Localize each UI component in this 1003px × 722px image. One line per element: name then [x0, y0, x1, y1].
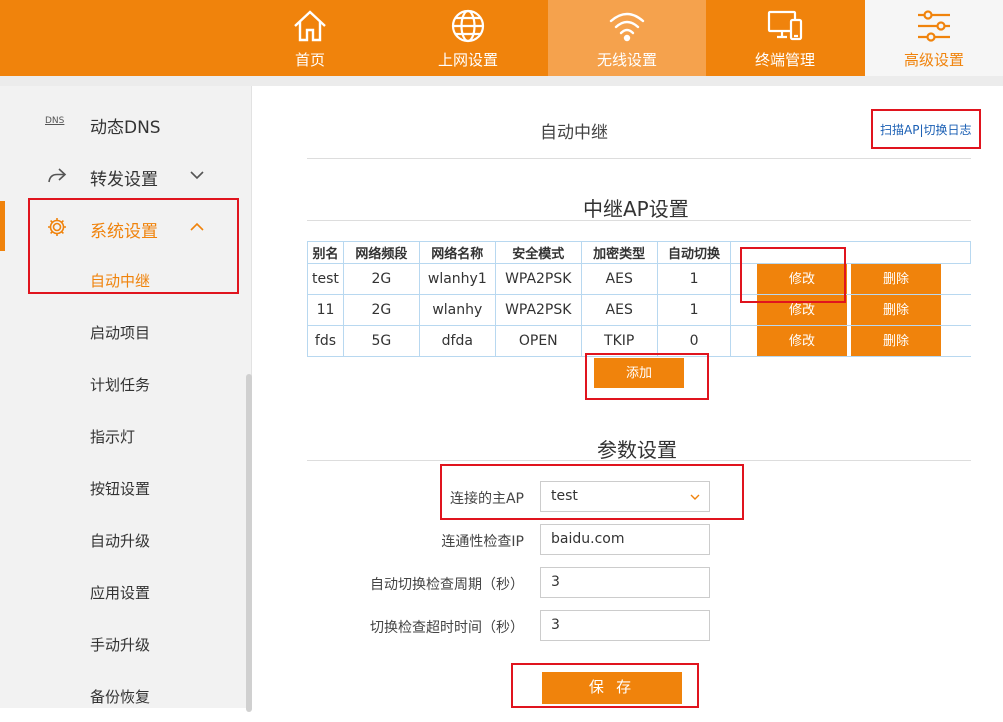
column-header: 安全模式	[494, 241, 582, 264]
cell-auto-switch: 1	[656, 294, 732, 326]
sidebar: DNS 动态DNS 转发设置 系统设置 自动中继 启动项目 计划任务 指示灯 按…	[0, 86, 252, 712]
main-ap-select[interactable]: test	[540, 481, 710, 512]
column-header: 网络名称	[418, 241, 496, 264]
dns-icon: DNS	[45, 116, 65, 126]
home-icon	[294, 10, 326, 42]
sidebar-subitem-indicator-light[interactable]: 指示灯	[0, 410, 250, 462]
delete-button-row-2[interactable]: 删除	[851, 295, 941, 325]
sidebar-subitem-button-settings[interactable]: 按钮设置	[0, 462, 250, 514]
cell-encryption: AES	[580, 294, 658, 326]
nav-wireless-label: 无线设置	[596, 51, 657, 69]
nav-device-label: 终端管理	[754, 51, 815, 69]
nav-advanced-settings[interactable]: 高级设置	[865, 0, 1003, 76]
sidebar-subitem-label: 应用设置	[90, 584, 151, 602]
delete-button-row-1[interactable]: 删除	[851, 264, 941, 294]
cell-auto-switch: 1	[656, 263, 732, 295]
sidebar-subitem-manual-upgrade[interactable]: 手动升级	[0, 618, 250, 670]
column-header-actions	[730, 241, 971, 264]
sidebar-subitem-label: 自动中继	[90, 272, 151, 290]
cell-band: 5G	[342, 325, 420, 357]
sidebar-scrollbar[interactable]	[246, 374, 252, 712]
chevron-down-icon	[690, 494, 700, 500]
nav-internet-label: 上网设置	[437, 51, 498, 69]
main-ap-label: 连接的主AP	[449, 491, 524, 507]
sidebar-subitem-label: 备份恢复	[90, 688, 151, 706]
sidebar-item-dynamic-dns[interactable]: DNS 动态DNS	[0, 98, 250, 150]
nav-internet-settings[interactable]: 上网设置	[389, 0, 547, 76]
cell-alias: fds	[307, 325, 344, 357]
globe-icon	[451, 9, 485, 43]
cell-security: WPA2PSK	[494, 294, 582, 326]
column-header: 自动切换	[656, 241, 732, 264]
share-arrow-icon	[48, 168, 67, 183]
table-header-row: 别名 网络频段 网络名称 安全模式 加密类型 自动切换	[307, 241, 971, 264]
cell-ssid: dfda	[418, 325, 496, 357]
nav-home-label: 首页	[294, 51, 325, 69]
sidebar-subitem-label: 计划任务	[90, 376, 151, 394]
nav-device-management[interactable]: 终端管理	[706, 0, 864, 76]
scan-ap-log-link[interactable]: 扫描AP|切换日志	[880, 121, 972, 138]
sidebar-item-forwarding[interactable]: 转发设置	[0, 150, 250, 202]
sidebar-item-label: 动态DNS	[90, 118, 161, 138]
check-ip-label: 连通性检查IP	[441, 534, 524, 550]
cell-alias: 11	[307, 294, 344, 326]
wifi-icon	[609, 12, 645, 42]
sidebar-subitem-scheduled-tasks[interactable]: 计划任务	[0, 358, 250, 410]
sidebar-subitem-label: 指示灯	[90, 428, 136, 446]
cell-security: WPA2PSK	[494, 263, 582, 295]
cell-band: 2G	[342, 263, 420, 295]
nav-divider	[0, 76, 1003, 86]
sidebar-subitem-app-settings[interactable]: 应用设置	[0, 566, 250, 618]
sidebar-subitem-label: 手动升级	[90, 636, 151, 654]
column-header: 别名	[307, 241, 344, 264]
switch-period-input[interactable]: 3	[540, 567, 710, 598]
nav-wireless-settings[interactable]: 无线设置	[548, 0, 706, 76]
sidebar-subitem-startup[interactable]: 启动项目	[0, 306, 250, 358]
chevron-up-icon	[190, 222, 204, 231]
chevron-down-icon	[190, 171, 204, 180]
sliders-icon	[918, 10, 950, 42]
cell-encryption: AES	[580, 263, 658, 295]
check-ip-input[interactable]: baidu.com	[540, 524, 710, 555]
delete-button-row-3[interactable]: 删除	[851, 326, 941, 356]
title-divider	[307, 158, 971, 159]
sidebar-item-system-settings[interactable]: 系统设置	[0, 202, 250, 254]
switch-timeout-input[interactable]: 3	[540, 610, 710, 641]
sidebar-subitem-auto-upgrade[interactable]: 自动升级	[0, 514, 250, 566]
cell-security: OPEN	[494, 325, 582, 357]
relay-divider	[307, 220, 971, 221]
nav-advanced-label: 高级设置	[903, 51, 964, 69]
params-divider	[307, 460, 971, 461]
main-ap-value: test	[551, 488, 578, 504]
nav-home[interactable]: 首页	[231, 0, 389, 76]
column-header: 网络频段	[342, 241, 420, 264]
sidebar-subitem-label: 按钮设置	[90, 480, 151, 498]
sidebar-subitem-label: 自动升级	[90, 532, 151, 550]
column-header: 加密类型	[580, 241, 658, 264]
cell-band: 2G	[342, 294, 420, 326]
relay-ap-section-title: 中继AP设置	[583, 197, 689, 221]
cell-alias: test	[307, 263, 344, 295]
gear-icon	[48, 218, 66, 236]
cell-ssid: wlanhy	[418, 294, 496, 326]
top-nav-bar: 首页 上网设置 无线设置 终端管理 高级设置	[0, 0, 1003, 76]
devices-icon	[767, 10, 803, 41]
sidebar-subitem-label: 启动项目	[90, 324, 151, 342]
edit-button-row-1[interactable]: 修改	[757, 264, 847, 294]
add-ap-button[interactable]: 添加	[594, 358, 684, 388]
sidebar-subitem-backup-restore[interactable]: 备份恢复	[0, 670, 250, 722]
save-button[interactable]: 保 存	[542, 672, 682, 704]
sidebar-subitem-auto-relay[interactable]: 自动中继	[0, 254, 250, 306]
page-title: 自动中继	[540, 123, 608, 143]
params-section-title: 参数设置	[597, 438, 677, 462]
cell-encryption: TKIP	[580, 325, 658, 357]
sidebar-item-label: 系统设置	[90, 222, 158, 242]
sidebar-item-label: 转发设置	[90, 170, 158, 190]
edit-button-row-3[interactable]: 修改	[757, 326, 847, 356]
switch-period-label: 自动切换检查周期（秒）	[370, 577, 524, 593]
switch-timeout-label: 切换检查超时时间（秒）	[370, 620, 524, 636]
cell-auto-switch: 0	[656, 325, 732, 357]
edit-button-row-2[interactable]: 修改	[757, 295, 847, 325]
cell-ssid: wlanhy1	[418, 263, 496, 295]
